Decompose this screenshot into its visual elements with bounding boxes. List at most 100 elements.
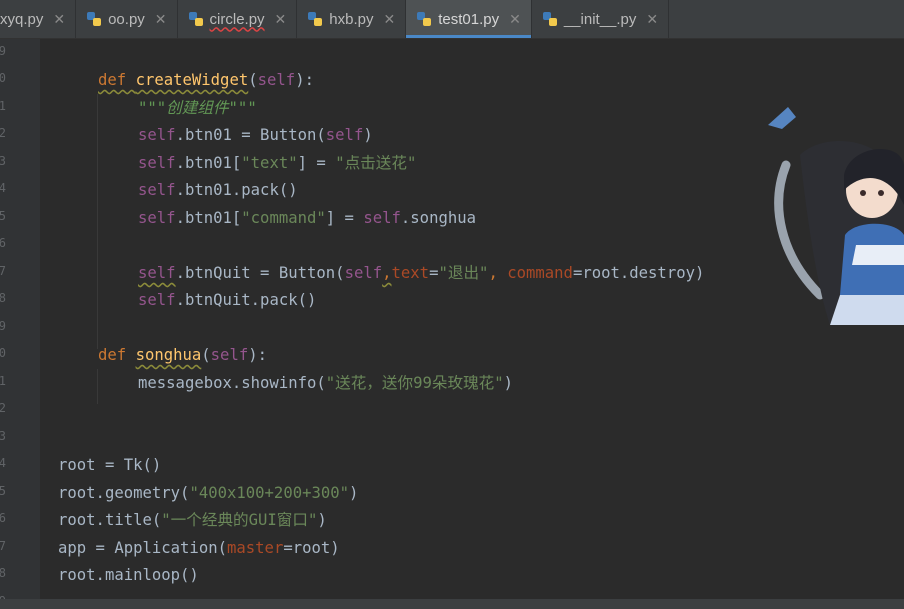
string-literal: "command" xyxy=(241,209,326,227)
horizontal-scrollbar[interactable] xyxy=(0,599,904,609)
tab-label: oo.py xyxy=(108,10,145,28)
code-line[interactable]: app = Application(master=root) xyxy=(58,535,340,562)
indent-guide xyxy=(97,369,98,404)
code-line[interactable]: self.btnQuit = Button(self,text="退出", co… xyxy=(138,260,704,287)
line-number: 6 xyxy=(0,236,6,250)
code-line[interactable]: self.btn01["text"] = "点击送花" xyxy=(138,150,416,177)
tab-label: __init__.py xyxy=(563,10,637,28)
line-number: 3 xyxy=(0,429,6,443)
code-text: app = Application( xyxy=(58,539,227,557)
python-file-icon xyxy=(307,11,323,27)
line-number: 3 xyxy=(0,154,6,168)
background-mascot-image xyxy=(768,107,904,325)
code-text: messagebox.showinfo( xyxy=(138,374,326,392)
line-number: 9 xyxy=(0,44,6,58)
string-literal: "退出" xyxy=(438,264,489,282)
self-keyword: self xyxy=(325,126,364,144)
line-number: 1 xyxy=(0,99,6,113)
close-icon[interactable]: ✕ xyxy=(275,11,287,28)
self-keyword: self xyxy=(138,181,176,199)
punctuation: , xyxy=(382,264,392,282)
line-number: 8 xyxy=(0,291,6,305)
code-line[interactable]: """创建组件""" xyxy=(138,95,257,122)
string-literal: "点击送花" xyxy=(335,154,417,172)
line-number: 6 xyxy=(0,511,6,525)
tab-init[interactable]: __init__.py ✕ xyxy=(532,0,670,38)
close-icon[interactable]: ✕ xyxy=(646,11,658,28)
code-line[interactable]: self.btnQuit.pack() xyxy=(138,287,316,314)
code-text: root.mainloop() xyxy=(58,566,199,584)
code-text: .songhua xyxy=(400,209,477,227)
string-literal: "400x100+200+300" xyxy=(189,484,350,502)
code-text: .btn01 = Button( xyxy=(175,126,326,144)
line-number: 5 xyxy=(0,209,6,223)
punctuation: , xyxy=(488,264,508,282)
code-line[interactable]: self.btn01 = Button(self) xyxy=(138,122,373,149)
code-line[interactable]: root.geometry("400x100+200+300") xyxy=(58,480,358,507)
line-number: 1 xyxy=(0,374,6,388)
python-file-icon xyxy=(188,11,204,27)
keyword-argument: text xyxy=(391,264,430,282)
line-number-gutter[interactable]: 9 0 1 2 3 4 5 6 7 8 9 0 1 2 3 4 5 6 7 8 … xyxy=(0,39,40,609)
code-text: .btn01.pack() xyxy=(175,181,298,199)
python-file-icon xyxy=(416,11,432,27)
close-icon[interactable]: ✕ xyxy=(383,11,395,28)
code-line[interactable]: self.btn01.pack() xyxy=(138,177,298,204)
keyword: def xyxy=(98,71,136,89)
close-icon[interactable]: ✕ xyxy=(155,11,167,28)
line-number: 7 xyxy=(0,539,6,553)
close-icon[interactable]: ✕ xyxy=(53,11,65,28)
code-line[interactable]: root.mainloop() xyxy=(58,562,199,589)
punctuation: = xyxy=(283,539,293,557)
code-text: .btn01[ xyxy=(175,209,242,227)
tab-hxb[interactable]: hxb.py ✕ xyxy=(297,0,407,38)
python-file-icon xyxy=(86,11,102,27)
python-file-icon xyxy=(542,11,558,27)
tab-circle[interactable]: circle.py ✕ xyxy=(178,0,298,38)
punctuation: = xyxy=(572,264,583,282)
self-keyword: self xyxy=(210,346,249,364)
string-literal: "送花，送你99朵玫瑰花" xyxy=(325,374,504,392)
code-line[interactable]: self.btn01["command"] = self.songhua xyxy=(138,205,476,232)
tab-test01[interactable]: test01.py ✕ xyxy=(406,0,532,38)
code-line[interactable]: def songhua(self): xyxy=(98,342,267,369)
tab-label: hxb.py xyxy=(329,10,374,28)
code-text: ) xyxy=(363,126,373,144)
line-number: 7 xyxy=(0,264,6,278)
self-keyword: self xyxy=(138,264,176,282)
tab-oo[interactable]: oo.py ✕ xyxy=(76,0,178,38)
function-name: createWidget xyxy=(135,71,249,89)
line-number: 2 xyxy=(0,401,6,415)
keyword-argument: command xyxy=(507,264,573,282)
line-number: 0 xyxy=(0,346,6,360)
line-number: 9 xyxy=(0,319,6,333)
close-icon[interactable]: ✕ xyxy=(509,11,521,28)
punctuation: ( xyxy=(248,71,258,89)
editor-tab-bar: xyq.py ✕ oo.py ✕ circle.py ✕ hxb.py ✕ te… xyxy=(0,0,904,39)
code-text: root.destroy) xyxy=(582,264,705,282)
code-line[interactable]: messagebox.showinfo("送花，送你99朵玫瑰花") xyxy=(138,370,513,397)
tab-label: xyq.py xyxy=(0,10,44,28)
self-keyword: self xyxy=(138,126,176,144)
line-number: 8 xyxy=(0,566,6,580)
tab-xyq[interactable]: xyq.py ✕ xyxy=(0,0,77,38)
self-keyword: self xyxy=(344,264,383,282)
code-text: root.title( xyxy=(58,511,162,529)
code-text: ) xyxy=(317,511,327,529)
self-keyword: self xyxy=(138,291,176,309)
keyword: def xyxy=(98,346,136,364)
code-text: ) xyxy=(349,484,359,502)
code-text: ] = xyxy=(325,209,364,227)
code-line[interactable]: root = Tk() xyxy=(58,452,161,479)
punctuation: ( xyxy=(201,346,211,364)
code-text: root) xyxy=(292,539,340,557)
punctuation: ): xyxy=(248,346,268,364)
indent-guide xyxy=(97,94,98,349)
code-text: .btnQuit.pack() xyxy=(175,291,317,309)
code-line[interactable]: def createWidget(self): xyxy=(98,67,314,94)
line-number: 4 xyxy=(0,181,6,195)
code-line[interactable]: root.title("一个经典的GUI窗口") xyxy=(58,507,327,534)
code-text: ) xyxy=(503,374,514,392)
code-text: ] = xyxy=(297,154,336,172)
punctuation: ): xyxy=(295,71,314,89)
